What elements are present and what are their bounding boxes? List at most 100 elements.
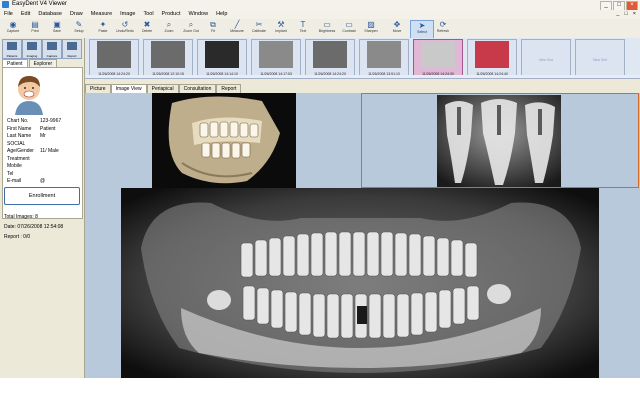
thumbnail-item[interactable]: 11/26/2008 14:24:30	[413, 39, 463, 77]
imaging-icon	[27, 42, 37, 50]
toolbar-button-text[interactable]: T Text	[292, 20, 314, 37]
thumbnail-item[interactable]: 11/26/2008 13:51:10	[359, 39, 409, 77]
toolbar-button-zoom-out[interactable]: ⌕ Zoom Out	[180, 20, 202, 37]
thumbnail-caption: New Slot	[538, 58, 553, 62]
mdi-restore-button[interactable]: □	[622, 10, 629, 19]
toolbar-button-paste[interactable]: ✦ Paste	[92, 20, 114, 37]
mode-patients-button[interactable]: Patients	[2, 39, 22, 59]
toolbar-label: Paste	[98, 29, 108, 33]
thumbnail-image	[367, 41, 401, 68]
print-icon: ▤	[31, 20, 39, 29]
tab-periapical[interactable]: Periapical	[146, 84, 179, 93]
field-label: First Name	[7, 125, 32, 132]
field-label: Treatment	[7, 155, 30, 162]
toolbar-label: Save	[53, 29, 61, 33]
sharpen-icon: ▨	[367, 20, 375, 29]
tab-report[interactable]: Report	[216, 84, 242, 93]
field-value: 11/ Male	[40, 148, 59, 154]
toolbar-label: Refresh	[436, 29, 450, 33]
thumbnail-scrollbar[interactable]	[85, 75, 640, 78]
toolbar-button-tools[interactable]: ✎ Setup	[68, 20, 90, 37]
toolbar-button-camera[interactable]: ◉ Capture	[2, 20, 24, 37]
toolbar-label: Delete	[141, 29, 153, 33]
thumbnail-image	[313, 41, 347, 68]
thumbnail-item[interactable]: New Slot	[575, 39, 625, 77]
calibrate-icon: ✂	[255, 20, 263, 29]
toolbar-label: Print	[31, 29, 39, 33]
menu-file[interactable]: File	[0, 10, 17, 19]
image-viewer[interactable]	[85, 93, 640, 378]
toolbar-button-undo[interactable]: ↺ Undo/Redo	[114, 20, 136, 37]
menu-database[interactable]: Database	[34, 10, 66, 19]
toolbar-button-contrast[interactable]: ▭ Contrast	[338, 20, 360, 37]
toolbar-label: Capture	[6, 29, 20, 33]
implant-icon: ⚒	[277, 20, 285, 29]
toolbar-button-calibrate[interactable]: ✂ Calibrate	[248, 20, 270, 37]
tab-consultation[interactable]: Consultation	[178, 84, 217, 93]
menu-draw[interactable]: Draw	[66, 10, 87, 19]
toolbar-button-save[interactable]: ▣ Save	[46, 20, 68, 37]
toolbar-button-sharpen[interactable]: ▨ Sharpen	[360, 20, 382, 37]
toolbar-button-print[interactable]: ▤ Print	[24, 20, 46, 37]
toolbar-label: Move	[392, 29, 402, 33]
field-label: E-mail	[7, 178, 22, 184]
mdi-minimize-button[interactable]: _	[614, 10, 621, 19]
select-icon: ➤	[418, 21, 426, 30]
mode-imaging-button[interactable]: Imaging	[22, 39, 42, 59]
thumbnail-item[interactable]: 11/26/2008 14:14:10	[197, 39, 247, 77]
thumbnail-item[interactable]: 11/26/2008 14:24:20	[89, 39, 139, 77]
patient-field-row: Tel	[7, 171, 79, 178]
menu-edit[interactable]: Edit	[17, 10, 34, 19]
fit-icon: ⧉	[210, 20, 216, 29]
patient-avatar	[7, 71, 51, 115]
field-label: Mobile	[7, 163, 22, 169]
patient-field-row: Treatment	[7, 156, 79, 163]
tab-image-view[interactable]: Image View	[110, 84, 147, 93]
periapical-view-frame[interactable]	[361, 93, 639, 188]
menu-measure[interactable]: Measure	[87, 10, 116, 19]
capture-icon	[47, 42, 57, 50]
periapical-xray-image[interactable]	[437, 95, 561, 187]
mdi-close-button[interactable]: ×	[631, 10, 638, 19]
mode-report-button[interactable]: Report	[62, 39, 82, 59]
thumbnail-caption: New Slot	[592, 58, 607, 62]
toolbar-button-measure[interactable]: ╱ Measure	[226, 20, 248, 37]
toolbar-label: Zoom	[164, 29, 174, 33]
toolbar-button-brightness[interactable]: ▭ Brightness	[316, 20, 338, 37]
field-value: 123-9967	[40, 118, 62, 124]
3d-skull-image[interactable]	[152, 93, 296, 188]
toolbar-label: Fit	[211, 29, 215, 33]
toolbar-button-delete[interactable]: ✖ Delete	[136, 20, 158, 37]
thumbnail-item[interactable]: 11/26/2008 14:17:53	[251, 39, 301, 77]
patient-field-row: Age/Gender 11/ Male	[7, 148, 79, 155]
thumbnail-item[interactable]: 11/26/2008 12:10:15	[143, 39, 193, 77]
thumbnail-item[interactable]: 11/26/2008 14:24:20	[305, 39, 355, 77]
menu-image[interactable]: Image	[116, 10, 139, 19]
toolbar-label: Brightness	[318, 29, 336, 33]
menu-tool[interactable]: Tool	[139, 10, 157, 19]
menu-help[interactable]: Help	[212, 10, 231, 19]
toolbar-button-zoom[interactable]: ⌕ Zoom	[158, 20, 180, 37]
app-icon	[2, 1, 9, 8]
toolbar-button-refresh[interactable]: ⟳ Refresh	[432, 20, 454, 37]
thumbnail-item[interactable]: 11/26/2008 14:24:40	[467, 39, 517, 77]
thumbnail-image	[259, 41, 293, 68]
toolbar-button-implant[interactable]: ⚒ Implant	[270, 20, 292, 37]
menu-window[interactable]: Window	[185, 10, 213, 19]
thumbnail-image	[205, 41, 239, 68]
enrollment-button[interactable]: Enrollment	[4, 187, 80, 205]
patient-field-row: Mobile	[7, 163, 79, 170]
thumbnail-image	[97, 41, 131, 68]
panoramic-xray-image[interactable]	[121, 188, 599, 378]
paste-icon: ✦	[99, 20, 107, 29]
view-tabs: Picture Image View Periapical Consultati…	[85, 84, 242, 93]
thumbnail-item[interactable]: New Slot	[521, 39, 571, 77]
field-label: Age/Gender	[7, 148, 34, 154]
tab-picture[interactable]: Picture	[85, 84, 111, 93]
tools-icon: ✎	[75, 20, 83, 29]
menu-product[interactable]: Product	[158, 10, 185, 19]
toolbar-button-fit[interactable]: ⧉ Fit	[202, 20, 224, 37]
toolbar-button-select[interactable]: ➤ Select	[410, 20, 434, 39]
toolbar-button-move[interactable]: ✥ Move	[386, 20, 408, 37]
mode-capture-button[interactable]: Capture	[42, 39, 62, 59]
